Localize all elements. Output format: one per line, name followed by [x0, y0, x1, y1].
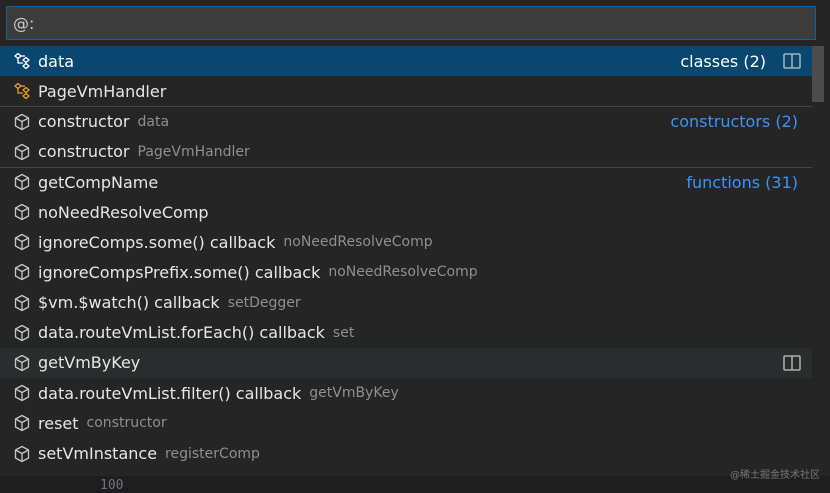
symbol-item[interactable]: getVmByKey: [0, 347, 812, 379]
symbol-item[interactable]: data.routeVmList.filter() callback getVmB…: [0, 378, 812, 408]
method-icon: [12, 172, 32, 192]
group-label: classes (2): [680, 51, 766, 71]
method-icon: [12, 323, 32, 343]
symbol-item[interactable]: noNeedResolveComp: [0, 197, 812, 227]
symbol-list: data classes (2) PageVmHandler constructor d…: [0, 46, 812, 476]
symbol-item[interactable]: $vm.$watch() callback setDegger: [0, 288, 812, 318]
symbol-label: constructor: [38, 112, 130, 132]
symbol-item[interactable]: getCompName functions (31): [0, 166, 812, 197]
symbol-label: getCompName: [38, 172, 159, 192]
symbol-container-description: data: [137, 113, 170, 130]
method-icon: [12, 383, 32, 403]
class-icon: [12, 51, 32, 71]
open-to-side-icon[interactable]: [782, 52, 802, 70]
method-icon: [12, 202, 32, 222]
method-icon: [12, 262, 32, 282]
open-to-side-icon[interactable]: [782, 354, 802, 372]
symbol-item[interactable]: reset constructor: [0, 408, 812, 438]
symbol-item[interactable]: data classes (2): [0, 46, 812, 77]
symbol-item[interactable]: ignoreCompsPrefix.some() callback noNeedR…: [0, 257, 812, 287]
symbol-label: getVmByKey: [38, 353, 141, 373]
symbol-label: reset: [38, 413, 79, 433]
symbol-container-description: set: [332, 324, 355, 341]
group-label: constructors (2): [670, 112, 798, 132]
method-icon: [12, 142, 32, 162]
symbol-label: data.routeVmList.forEach() callback: [38, 323, 325, 343]
method-icon: [12, 353, 32, 373]
group-label: functions (31): [686, 172, 798, 192]
symbol-container-description: constructor: [86, 415, 167, 432]
symbol-container-description: PageVmHandler: [137, 143, 250, 160]
method-icon: [12, 413, 32, 433]
symbol-item[interactable]: constructor data constructors (2): [0, 106, 812, 136]
quick-pick-input-box: [6, 6, 816, 40]
symbol-item[interactable]: constructor PageVmHandler: [0, 137, 812, 167]
symbol-item[interactable]: PageVmHandler: [0, 76, 812, 106]
symbol-container-description: registerComp: [165, 445, 260, 462]
symbol-label: constructor: [38, 142, 130, 162]
list-scrollbar[interactable]: [812, 46, 824, 476]
symbol-label: ignoreComps.some() callback: [38, 232, 276, 252]
watermark: @稀土掘金技术社区: [730, 470, 820, 481]
method-icon: [12, 293, 32, 313]
symbol-label: $vm.$watch() callback: [38, 293, 220, 313]
symbol-item[interactable]: data.routeVmList.forEach() callback set: [0, 318, 812, 348]
symbol-label: data.routeVmList.filter() callback: [38, 383, 302, 403]
symbol-label: PageVmHandler: [38, 81, 167, 101]
method-icon: [12, 444, 32, 464]
method-icon: [12, 112, 32, 132]
symbol-label: data: [38, 51, 75, 71]
symbol-container-description: getVmByKey: [309, 385, 399, 402]
method-icon: [12, 232, 32, 252]
quick-pick-widget: data classes (2) PageVmHandler constructor d…: [0, 0, 830, 476]
symbol-search-input[interactable]: [7, 7, 815, 39]
symbol-container-description: noNeedResolveComp: [283, 234, 433, 251]
symbol-label: setVmInstance: [38, 444, 158, 464]
symbol-label: noNeedResolveComp: [38, 202, 209, 222]
editor-background: 100: [0, 476, 830, 493]
symbol-item[interactable]: setVmInstance registerComp: [0, 438, 812, 468]
symbol-item[interactable]: ignoreComps.some() callback noNeedResolve…: [0, 227, 812, 257]
symbol-container-description: setDegger: [227, 294, 301, 311]
line-number: 100: [100, 478, 124, 493]
class-icon: [12, 81, 32, 101]
symbol-container-description: noNeedResolveComp: [328, 264, 478, 281]
scrollbar-thumb[interactable]: [812, 46, 824, 102]
symbol-label: ignoreCompsPrefix.some() callback: [38, 262, 321, 282]
